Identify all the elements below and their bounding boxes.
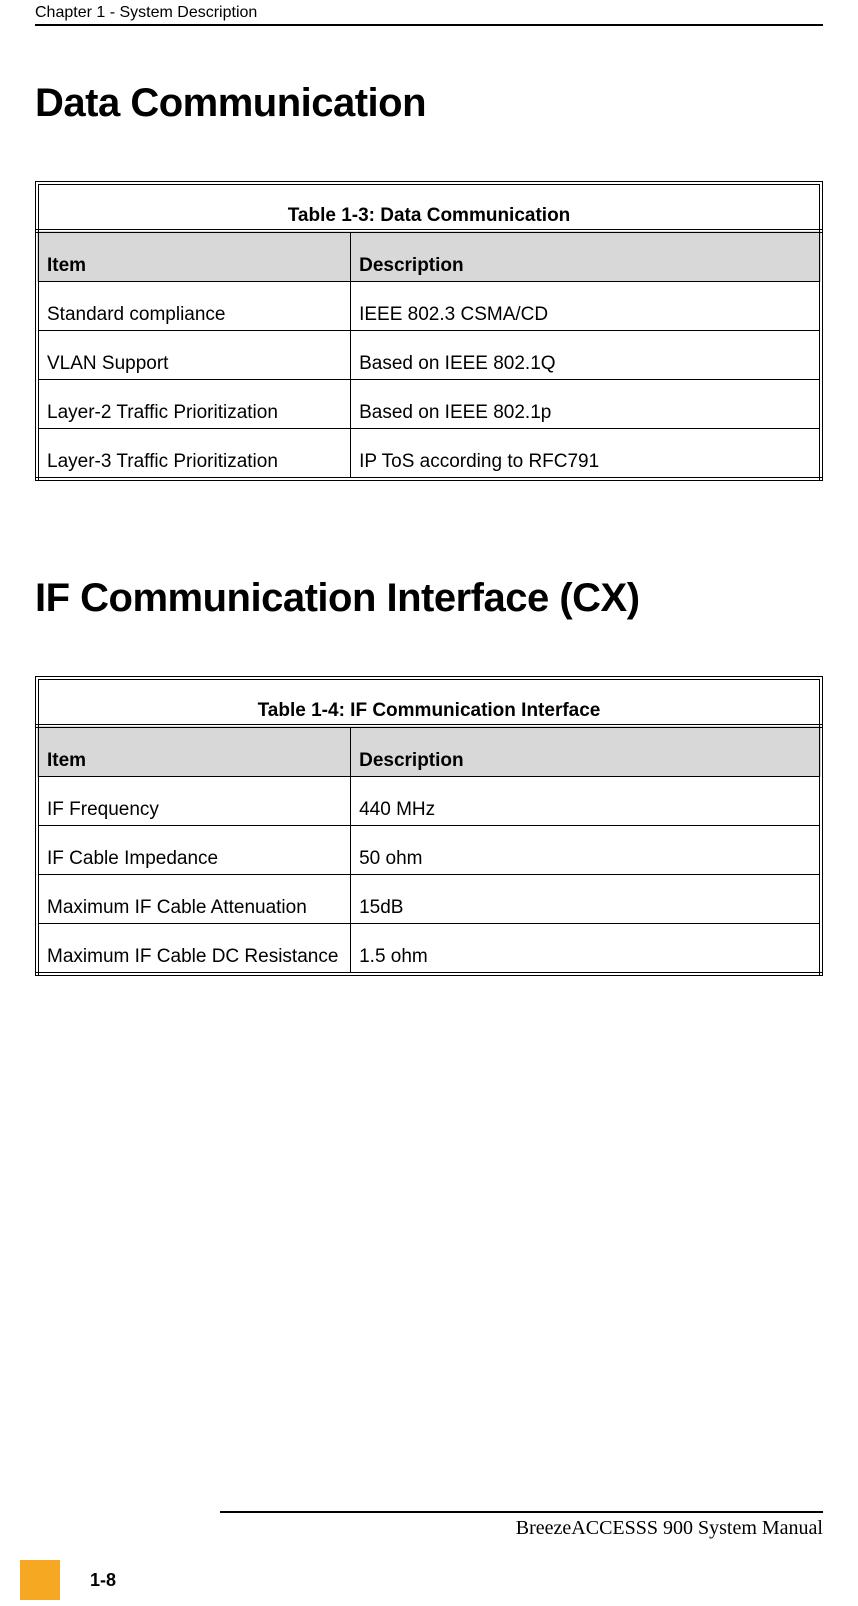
cell-item: VLAN Support xyxy=(37,331,351,380)
cell-description: 50 ohm xyxy=(351,826,821,875)
table-if-communication-interface: Table 1-4: IF Communication Interface It… xyxy=(35,676,823,976)
page-number: 1-8 xyxy=(60,1560,116,1600)
table-row: Layer-3 Traffic Prioritization IP ToS ac… xyxy=(37,429,821,480)
table-data-communication: Table 1-3: Data Communication Item Descr… xyxy=(35,181,823,481)
cell-item: IF Cable Impedance xyxy=(37,826,351,875)
cell-description: 1.5 ohm xyxy=(351,924,821,975)
column-header-description: Description xyxy=(351,231,821,282)
column-header-description: Description xyxy=(351,726,821,777)
page-footer: BreezeACCESSS 900 System Manual 1-8 xyxy=(0,1511,858,1596)
cell-description: Based on IEEE 802.1p xyxy=(351,380,821,429)
column-header-item: Item xyxy=(37,726,351,777)
cell-item: Standard compliance xyxy=(37,282,351,331)
section-title-data-communication: Data Communication xyxy=(35,81,823,126)
cell-item: Layer-3 Traffic Prioritization xyxy=(37,429,351,480)
footer-manual-title: BreezeACCESSS 900 System Manual xyxy=(0,1513,858,1560)
table-caption: Table 1-4: IF Communication Interface xyxy=(35,676,823,724)
column-header-item: Item xyxy=(37,231,351,282)
cell-description: Based on IEEE 802.1Q xyxy=(351,331,821,380)
table-1-3: Table 1-3: Data Communication Item Descr… xyxy=(35,181,823,481)
header-rule xyxy=(35,24,823,26)
cell-item: IF Frequency xyxy=(37,777,351,826)
cell-item: Maximum IF Cable Attenuation xyxy=(37,875,351,924)
table-caption: Table 1-3: Data Communication xyxy=(35,181,823,229)
section-title-if-communication-interface: IF Communication Interface (CX) xyxy=(35,576,823,621)
cell-description: 15dB xyxy=(351,875,821,924)
table-row: Standard compliance IEEE 802.3 CSMA/CD xyxy=(37,282,821,331)
table-row: Maximum IF Cable DC Resistance 1.5 ohm xyxy=(37,924,821,975)
table-row: IF Cable Impedance 50 ohm xyxy=(37,826,821,875)
table-row: Layer-2 Traffic Prioritization Based on … xyxy=(37,380,821,429)
cell-description: 440 MHz xyxy=(351,777,821,826)
cell-item: Layer-2 Traffic Prioritization xyxy=(37,380,351,429)
cell-description: IP ToS according to RFC791 xyxy=(351,429,821,480)
footer-accent-box xyxy=(20,1560,60,1600)
table-row: IF Frequency 440 MHz xyxy=(37,777,821,826)
cell-description: IEEE 802.3 CSMA/CD xyxy=(351,282,821,331)
table-row: Maximum IF Cable Attenuation 15dB xyxy=(37,875,821,924)
table-1-4: Table 1-4: IF Communication Interface It… xyxy=(35,676,823,976)
table-row: VLAN Support Based on IEEE 802.1Q xyxy=(37,331,821,380)
running-header: Chapter 1 - System Description xyxy=(35,0,823,24)
cell-item: Maximum IF Cable DC Resistance xyxy=(37,924,351,975)
